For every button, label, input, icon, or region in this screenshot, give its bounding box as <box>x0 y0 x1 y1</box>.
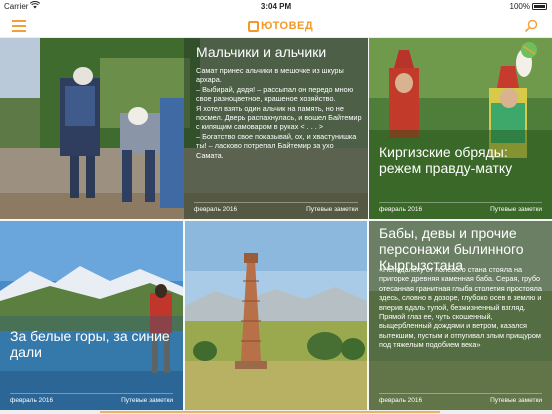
scroll-indicator[interactable] <box>0 410 552 414</box>
article-excerpt: «Неподалеку от полевого стана стояла на … <box>379 265 542 350</box>
article-category[interactable]: Путевые заметки <box>306 206 358 213</box>
article-card[interactable] <box>185 221 367 410</box>
article-footer: февраль 2016 Путевые заметки <box>379 202 542 213</box>
clock-time: 3:04 PM <box>260 2 292 11</box>
article-category[interactable]: Путевые заметки <box>490 206 542 213</box>
article-text-panel: Мальчики и альчики Самат принес альчики … <box>184 38 368 219</box>
article-card[interactable]: Бабы, девы и прочие персонажи былинного … <box>369 221 552 410</box>
article-footer: февраль 2016 Путевые заметки <box>379 393 542 404</box>
article-card[interactable]: Мальчики и альчики Самат принес альчики … <box>0 38 368 219</box>
article-grid: Мальчики и альчики Самат принес альчики … <box>0 38 552 410</box>
article-title[interactable]: Киргизские обряды: режем правду-матку <box>379 144 547 176</box>
article-title[interactable]: Мальчики и альчики <box>196 44 362 60</box>
article-category[interactable]: Путевые заметки <box>121 397 173 404</box>
article-text-panel: Бабы, девы и прочие персонажи былинного … <box>369 221 552 410</box>
article-date: февраль 2016 <box>194 206 238 213</box>
battery-percent: 100% <box>509 2 530 11</box>
status-bar: Carrier 3:04 PM 100% <box>0 0 552 14</box>
article-footer: февраль 2016 Путевые заметки <box>10 393 173 404</box>
article-date: февраль 2016 <box>10 397 54 404</box>
article-title[interactable]: За белые горы, за синие дали <box>10 328 180 360</box>
article-photo <box>185 221 367 410</box>
scroll-thumb[interactable] <box>100 411 440 413</box>
battery-icon <box>532 3 547 10</box>
article-date: февраль 2016 <box>379 397 423 404</box>
article-date: февраль 2016 <box>379 206 423 213</box>
navigation-bar: ЮТОВЕД <box>0 14 552 38</box>
article-card[interactable]: За белые горы, за синие дали февраль 201… <box>0 221 183 410</box>
article-footer: февраль 2016 Путевые заметки <box>194 202 358 213</box>
logo-icon <box>248 20 259 32</box>
article-excerpt: Самат принес альчики в мешочке из шкуры … <box>196 66 362 160</box>
hamburger-menu-icon[interactable] <box>12 20 26 32</box>
logo-text: ЮТОВЕД <box>261 20 314 32</box>
article-card[interactable]: Киргизские обряды: режем правду-матку фе… <box>369 38 552 219</box>
article-category[interactable]: Путевые заметки <box>490 397 542 404</box>
app-logo[interactable]: ЮТОВЕД <box>248 19 313 33</box>
search-icon[interactable] <box>524 19 538 33</box>
